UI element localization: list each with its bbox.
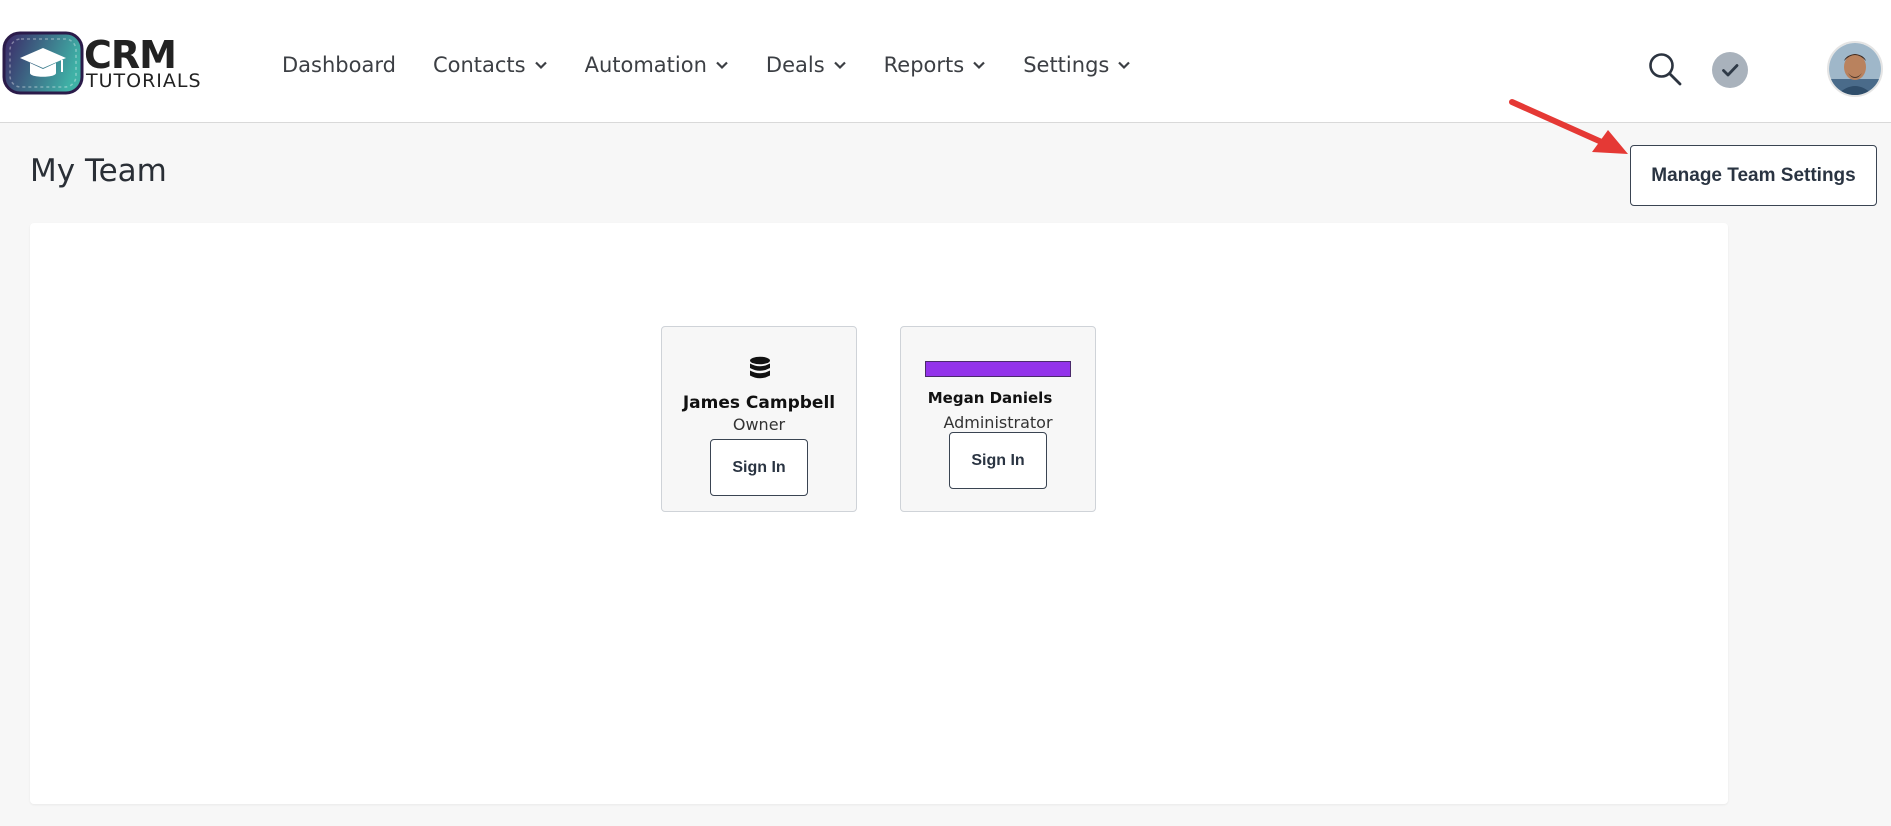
manage-team-settings-button[interactable]: Manage Team Settings <box>1630 145 1877 206</box>
main-nav: Dashboard Contacts Automation Deals Repo… <box>282 53 1168 77</box>
nav-automation-label: Automation <box>584 53 707 77</box>
check-circle-icon <box>1722 64 1739 77</box>
member-name: Megan Daniels <box>927 389 1053 407</box>
nav-settings-label: Settings <box>1023 53 1110 77</box>
chevron-down-icon <box>1118 61 1131 70</box>
annotation-arrow <box>1509 99 1628 154</box>
user-photo <box>1829 43 1881 95</box>
nav-dashboard[interactable]: Dashboard <box>282 53 396 77</box>
chevron-down-icon <box>534 61 547 70</box>
search-icon <box>1649 53 1682 86</box>
nav-settings[interactable]: Settings <box>1023 53 1131 77</box>
sign-in-button[interactable]: Sign In <box>710 439 808 496</box>
team-member-card: Megan Daniels Administrator Sign In <box>900 326 1096 512</box>
nav-contacts-label: Contacts <box>432 53 526 77</box>
page-title: My Team <box>30 153 167 189</box>
user-avatar[interactable] <box>1827 41 1883 97</box>
member-name: James Campbell <box>682 393 836 413</box>
nav-reports[interactable]: Reports <box>884 53 987 77</box>
chevron-down-icon <box>833 61 846 70</box>
nav-contacts[interactable]: Contacts <box>433 53 548 77</box>
nav-deals-label: Deals <box>765 53 825 77</box>
nav-dashboard-label: Dashboard <box>282 53 396 77</box>
brand-subtitle: TUTORIALS <box>86 70 202 92</box>
member-role: Owner <box>732 415 786 434</box>
nav-automation[interactable]: Automation <box>585 53 729 77</box>
database-icon <box>750 356 770 379</box>
chevron-down-icon <box>973 61 985 70</box>
chevron-down-icon <box>716 61 728 70</box>
nav-reports-label: Reports <box>883 53 965 77</box>
team-panel: James Campbell Owner Sign In Megan Danie… <box>30 223 1728 804</box>
member-color-badge <box>925 361 1071 377</box>
status-button[interactable] <box>1712 52 1748 88</box>
sign-in-button[interactable]: Sign In <box>949 432 1047 489</box>
search-button[interactable] <box>1647 51 1683 87</box>
nav-deals[interactable]: Deals <box>766 53 847 77</box>
graduation-cap-icon <box>2 31 84 95</box>
member-role: Administrator <box>943 413 1053 432</box>
team-member-card: James Campbell Owner Sign In <box>661 326 857 512</box>
brand-name: CRM <box>84 33 177 77</box>
